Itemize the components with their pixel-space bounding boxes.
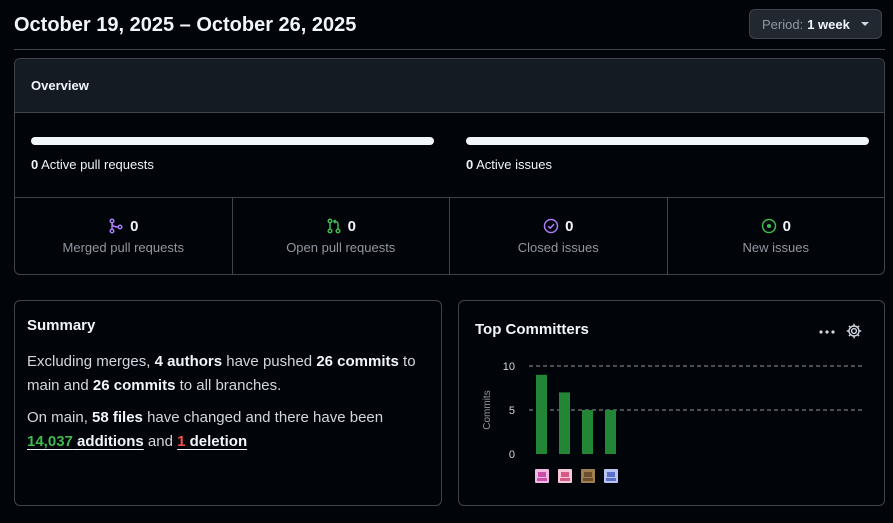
active-prs-link[interactable]: 0 Active pull requests [31,157,154,172]
y-tick-label: 5 [509,405,515,417]
summary-text: have pushed [222,353,317,370]
summary-title: Summary [27,317,96,334]
pull-request-icon [327,218,341,234]
period-dropdown-button[interactable]: Period: 1 week [749,9,882,39]
additions-link[interactable]: 14,037 additions [27,433,144,450]
merge-icon [109,218,123,234]
stat-merged-prs-value: 0 [130,217,139,235]
gear-icon[interactable] [845,322,863,340]
stat-closed-issues-label: Closed issues [517,239,599,255]
header-divider [14,49,885,50]
bar [559,392,570,454]
summary-text-1: Excluding merges, 4 authors have pushed … [27,350,429,398]
stat-open-prs-value: 0 [347,217,356,235]
active-issues-count: 0 [466,157,474,172]
avatar-pattern [561,472,569,477]
summary-text: and [143,433,178,450]
overview-stats: 0 Merged pull requests 0 Open pull reque… [15,198,884,274]
avatar-pattern [584,472,592,477]
top-committers-chart: Commits 0 5 10 [482,361,864,483]
stat-open-prs[interactable]: 0 Open pull requests [233,198,450,274]
y-axis-label: Commits [482,390,493,429]
avatar-pattern [560,478,570,481]
files-count: 58 files [92,409,143,426]
y-tick-label: 0 [509,449,515,461]
summary-panel: Summary Excluding merges, 4 authors have… [14,300,442,506]
active-prs-count: 0 [31,157,39,172]
additions-count: 14,037 [27,433,73,450]
overview-panel: Overview 0 Active pull requests 0 Active… [14,58,885,275]
deletions-word: deletion [185,433,248,450]
summary-text: have changed and there have been [142,409,384,426]
page-title: October 19, 2025 – October 26, 2025 [14,14,357,36]
summary-text: to all branches. [175,377,282,394]
avatar-pattern [606,478,616,481]
summary-text: On main, [27,409,93,426]
active-prs-label: Active pull requests [41,157,154,172]
period-label: Period: [762,16,804,32]
top-committers-panel: Top Committers Commits 0 5 10 [458,300,885,506]
bar [605,410,616,454]
stat-new-issues-label: New issues [742,239,809,255]
stat-closed-issues[interactable]: 0 Closed issues [450,198,668,274]
overview-title: Overview [15,59,884,113]
active-issues-link[interactable]: 0 Active issues [466,157,552,172]
stat-merged-prs[interactable]: 0 Merged pull requests [15,198,233,274]
additions-word: additions [72,433,144,450]
stat-open-prs-label: Open pull requests [286,239,396,255]
bar [582,410,593,454]
period-value: 1 week [807,16,850,32]
active-issues-bar [466,137,869,145]
deletions-link[interactable]: 1 deletion [177,433,247,450]
active-issues-label: Active issues [476,157,553,172]
authors-count: 4 authors [154,353,223,370]
top-committers-title: Top Committers [475,321,589,338]
stat-merged-prs-label: Merged pull requests [62,239,184,255]
commits-all-count: 26 commits [92,377,176,394]
overview-bars: 0 Active pull requests 0 Active issues [15,113,884,198]
stat-closed-issues-value: 0 [565,217,574,235]
avatar-pattern [537,478,547,481]
issue-closed-icon [543,218,559,234]
stat-new-issues[interactable]: 0 New issues [668,198,885,274]
kebab-menu-icon[interactable] [817,327,837,337]
bar [536,374,547,454]
commits-main-count: 26 commits [316,353,399,370]
summary-text-2: On main, 58 files have changed and there… [27,406,429,454]
avatar-pattern [607,472,615,477]
avatar-pattern [583,478,593,481]
stat-new-issues-value: 0 [782,217,791,235]
summary-text: Excluding merges, [27,353,155,370]
active-prs-bar [31,137,434,145]
issue-opened-icon [761,218,776,234]
avatar-pattern [538,472,546,477]
y-tick-label: 10 [503,361,515,373]
caret-down-icon [861,22,869,26]
